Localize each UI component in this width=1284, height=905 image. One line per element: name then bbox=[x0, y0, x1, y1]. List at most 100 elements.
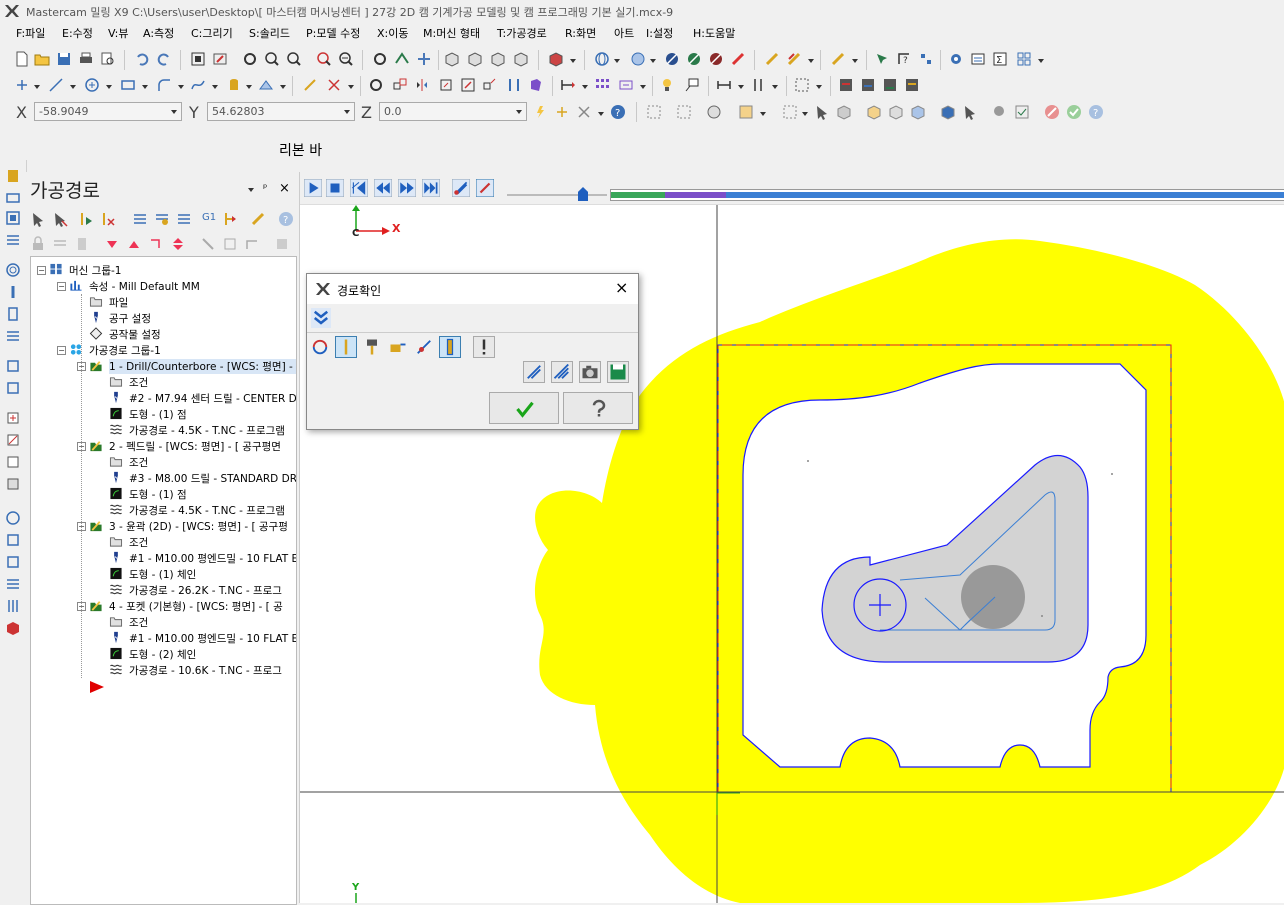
simulate-icon[interactable] bbox=[176, 211, 192, 227]
hidden-lines-icon[interactable] bbox=[686, 51, 702, 67]
undo-icon[interactable] bbox=[134, 51, 150, 67]
wireframe-globe-icon[interactable] bbox=[594, 51, 610, 67]
insert-arrow-icon[interactable] bbox=[148, 236, 164, 252]
waterline-icon[interactable] bbox=[5, 576, 21, 592]
menu-create[interactable]: C:그리기 bbox=[191, 25, 233, 41]
pocket-toolpath-icon[interactable] bbox=[5, 306, 21, 322]
mill-icon[interactable] bbox=[5, 168, 21, 184]
slot-toolpath-icon[interactable] bbox=[5, 358, 21, 374]
view-iso-icon[interactable] bbox=[513, 51, 529, 67]
rectangle-icon[interactable] bbox=[120, 77, 136, 93]
drill-toolpath-icon[interactable] bbox=[5, 284, 21, 300]
regen-dirty-icon[interactable] bbox=[100, 211, 116, 227]
eraser-icon[interactable] bbox=[786, 51, 802, 67]
dialog-recolor-button[interactable] bbox=[309, 336, 331, 358]
tree-expand-toggle[interactable]: − bbox=[57, 346, 66, 355]
solid-select-icon[interactable] bbox=[836, 104, 852, 120]
selection-mask-icon[interactable] bbox=[738, 104, 754, 120]
g1-post-icon[interactable]: G1 bbox=[202, 212, 216, 223]
toggle-posting-icon[interactable] bbox=[74, 236, 90, 252]
menu-help[interactable]: H:도움말 bbox=[693, 25, 735, 41]
view-front-icon[interactable] bbox=[467, 51, 483, 67]
menu-settings[interactable]: I:설정 bbox=[646, 25, 673, 41]
wire-icon[interactable] bbox=[5, 232, 21, 248]
configure-icon[interactable] bbox=[970, 51, 986, 67]
surface-icon[interactable] bbox=[258, 77, 274, 93]
print-icon[interactable] bbox=[78, 51, 94, 67]
analyze-chain-icon[interactable] bbox=[918, 51, 934, 67]
solid-from-back-icon[interactable] bbox=[940, 104, 956, 120]
translucency-icon[interactable] bbox=[708, 51, 724, 67]
menu-machine-type[interactable]: M:머신 형태 bbox=[423, 25, 480, 41]
view-cube-icon[interactable] bbox=[548, 51, 564, 67]
pattern-grid-icon[interactable] bbox=[594, 77, 610, 93]
fillet-icon[interactable] bbox=[156, 77, 172, 93]
forward-end-icon[interactable] bbox=[422, 179, 440, 197]
save-icon[interactable] bbox=[56, 51, 72, 67]
tree-expand-toggle[interactable]: − bbox=[37, 266, 46, 275]
show-geometry-icon[interactable] bbox=[222, 236, 238, 252]
stop-icon[interactable] bbox=[326, 179, 344, 197]
tree-expand-toggle[interactable]: − bbox=[57, 282, 66, 291]
xform-translate-icon[interactable] bbox=[392, 77, 408, 93]
router-icon[interactable] bbox=[5, 210, 21, 226]
zoom-target-icon[interactable] bbox=[242, 51, 258, 67]
stock-model-icon[interactable] bbox=[5, 620, 21, 636]
dimension-icon[interactable] bbox=[560, 77, 576, 93]
cylinder-icon[interactable] bbox=[226, 77, 242, 93]
menu-toolpaths[interactable]: T:가공경로 bbox=[497, 25, 547, 41]
highspeed-icon[interactable] bbox=[250, 211, 266, 227]
xform-rotate-icon[interactable] bbox=[368, 77, 384, 93]
edge-select-icon[interactable] bbox=[888, 104, 904, 120]
dynamic-rotate-icon[interactable] bbox=[394, 51, 410, 67]
menu-solids[interactable]: S:솔리드 bbox=[249, 25, 290, 41]
xform-scale-icon[interactable] bbox=[460, 77, 476, 93]
repaint-icon[interactable] bbox=[212, 51, 228, 67]
menu-model-prep[interactable]: P:모델 수정 bbox=[306, 25, 360, 41]
menu-screen[interactable]: R:화면 bbox=[565, 25, 596, 41]
rotate-icon[interactable] bbox=[372, 51, 388, 67]
xform-roll-icon[interactable] bbox=[528, 77, 544, 93]
fit-screen-icon[interactable] bbox=[190, 51, 206, 67]
menu-view[interactable]: V:뷰 bbox=[108, 25, 128, 41]
menu-edit[interactable]: E:수정 bbox=[62, 25, 93, 41]
xform-mirror-icon[interactable] bbox=[414, 77, 430, 93]
window-select-icon[interactable] bbox=[782, 104, 798, 120]
playback-progress-bar[interactable] bbox=[610, 189, 1284, 201]
dialog-shade-toolpath-button[interactable] bbox=[523, 361, 545, 383]
select-pointer-icon[interactable] bbox=[962, 104, 978, 120]
expand-options-button[interactable] bbox=[310, 307, 332, 329]
mill-toolpath-1-icon[interactable] bbox=[838, 77, 854, 93]
cancel-circle-icon[interactable] bbox=[1044, 104, 1060, 120]
backplot-icon[interactable] bbox=[132, 211, 148, 227]
open-file-icon[interactable] bbox=[34, 51, 50, 67]
circle-icon[interactable] bbox=[84, 77, 100, 93]
move-up-icon[interactable] bbox=[126, 236, 142, 252]
machine-sim-icon[interactable] bbox=[274, 236, 290, 252]
print-preview-icon[interactable] bbox=[100, 51, 116, 67]
face-select-icon[interactable] bbox=[866, 104, 882, 120]
hatch-icon[interactable] bbox=[794, 77, 810, 93]
dialog-show-tool-button[interactable] bbox=[335, 336, 357, 358]
insert-arrow-icon[interactable] bbox=[89, 680, 105, 694]
toggle-display-icon[interactable] bbox=[52, 236, 68, 252]
show-tool-toggle-icon[interactable] bbox=[452, 179, 470, 197]
mill-toolpath-2-icon[interactable] bbox=[860, 77, 876, 93]
contour-toolpath-icon[interactable] bbox=[5, 262, 21, 278]
panel-help-icon[interactable]: ? bbox=[278, 211, 294, 227]
help-circle-2-icon[interactable]: ? bbox=[1088, 104, 1104, 120]
z-coord-input[interactable]: 0.0 bbox=[379, 102, 527, 121]
help-circle-icon[interactable]: ? bbox=[610, 104, 626, 120]
verify-check-icon[interactable] bbox=[1014, 104, 1030, 120]
gear-icon[interactable] bbox=[948, 51, 964, 67]
x-coord-dropdown-icon[interactable] bbox=[171, 110, 177, 114]
note-icon[interactable] bbox=[660, 77, 676, 93]
lathe-icon[interactable] bbox=[5, 190, 21, 206]
z-coord-dropdown-icon[interactable] bbox=[516, 110, 522, 114]
xform-offset-icon[interactable] bbox=[438, 77, 454, 93]
unzoom-icon[interactable] bbox=[316, 51, 332, 67]
dialog-help-button[interactable] bbox=[563, 392, 633, 424]
playback-speed-thumb[interactable] bbox=[578, 187, 588, 201]
mill-toolpath-4-icon[interactable] bbox=[904, 77, 920, 93]
verify-stock-icon[interactable] bbox=[5, 476, 21, 492]
